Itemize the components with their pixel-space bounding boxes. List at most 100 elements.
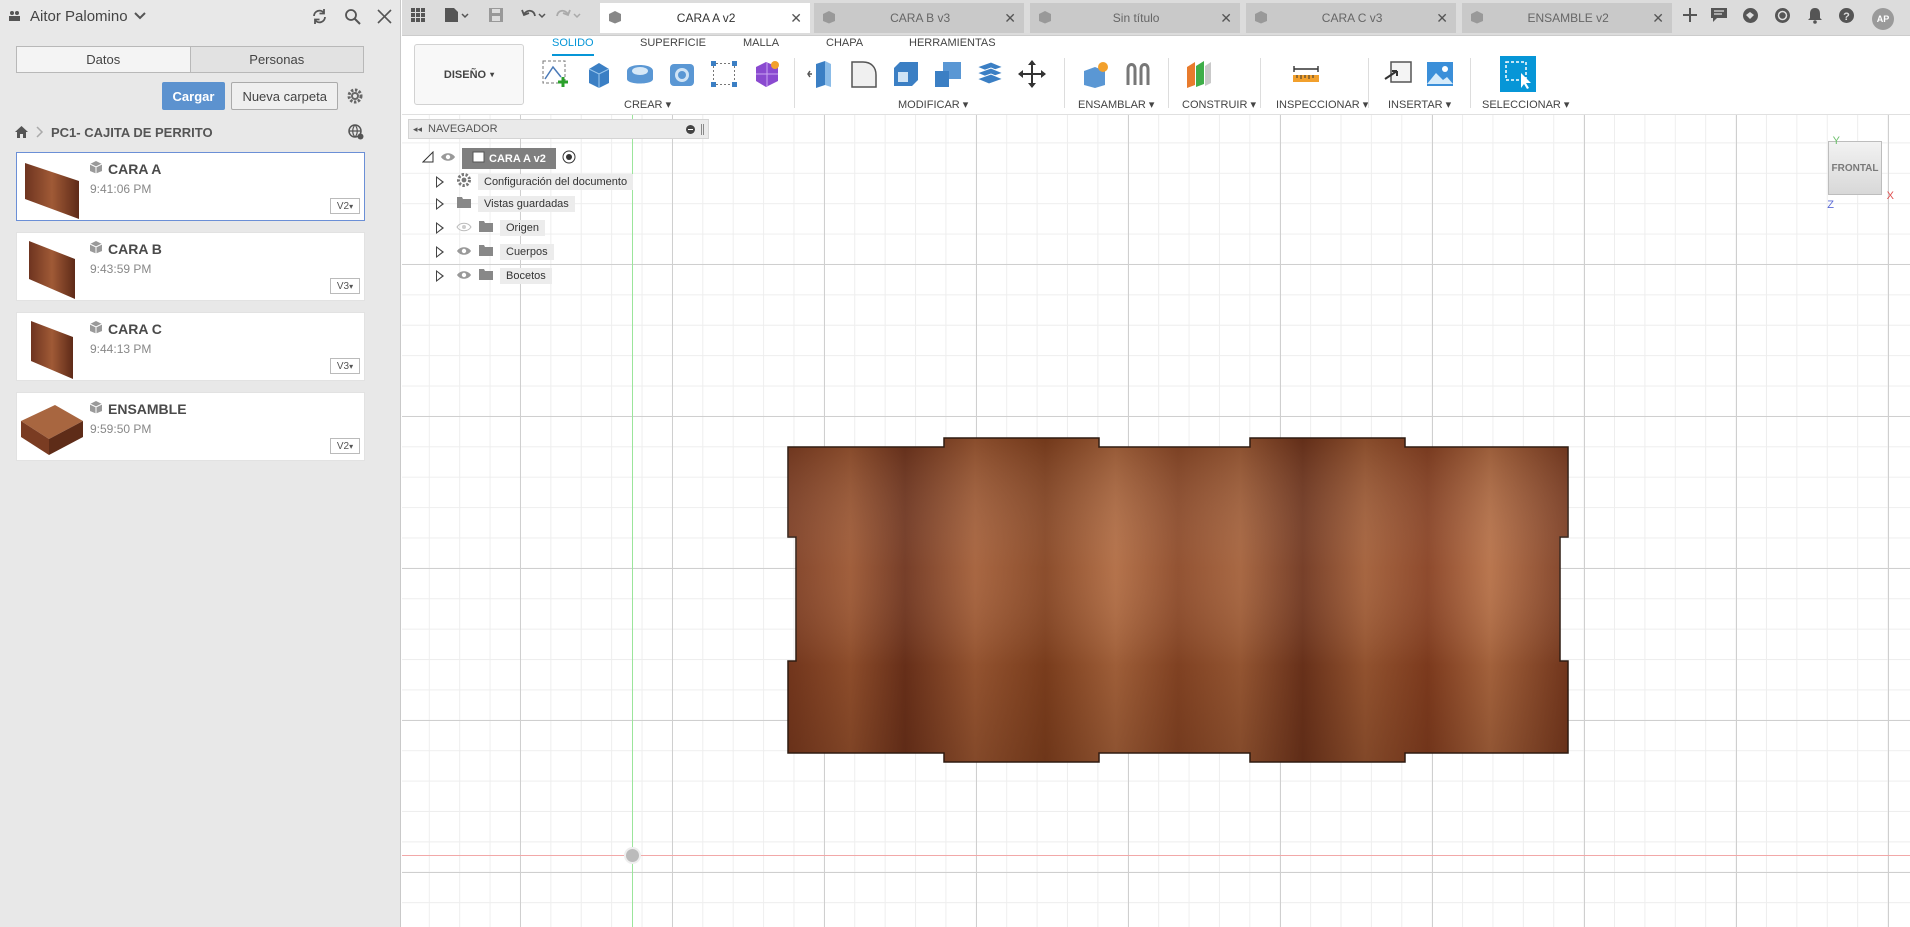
file-card-cara-a[interactable]: CARA A 9:41:06 PM V2 ▾: [16, 152, 365, 221]
doc-tab-sin-titulo[interactable]: Sin título ✕: [1030, 3, 1240, 33]
insert-image-icon[interactable]: [1422, 56, 1458, 92]
breadcrumb-project[interactable]: PC1- CAJITA DE PERRITO: [51, 125, 213, 140]
tab-personas[interactable]: Personas: [189, 47, 363, 72]
notifications-icon[interactable]: [1807, 7, 1823, 24]
file-card-ensamble[interactable]: ENSAMBLE 9:59:50 PM V2 ▾: [16, 392, 365, 461]
new-component-icon[interactable]: [1078, 56, 1114, 92]
search-icon[interactable]: [344, 8, 361, 25]
file-card-cara-b[interactable]: CARA B 9:43:59 PM V3 ▾: [16, 232, 365, 301]
tab-datos[interactable]: Datos: [17, 47, 190, 72]
sweep-icon[interactable]: [664, 56, 700, 92]
extrude-icon[interactable]: [580, 56, 616, 92]
home-icon[interactable]: [14, 125, 29, 139]
comments-icon[interactable]: [1710, 7, 1728, 23]
form-icon[interactable]: [748, 56, 784, 92]
doc-tab-cara-c[interactable]: CARA C v3 ✕: [1246, 3, 1456, 33]
doc-tab-cara-a[interactable]: CARA A v2 ✕: [600, 3, 810, 33]
expand-arrow-icon[interactable]: [436, 270, 444, 282]
team-icon[interactable]: [8, 10, 24, 22]
viewcube[interactable]: FRONTAL: [1828, 141, 1882, 195]
stack-bodies-icon[interactable]: [972, 56, 1008, 92]
wood-panel-body[interactable]: [782, 435, 1572, 765]
tab-superficie[interactable]: SUPERFICIE: [640, 36, 706, 56]
measure-icon[interactable]: [1288, 56, 1324, 92]
chevron-down-icon[interactable]: [133, 12, 146, 20]
press-pull-icon[interactable]: [804, 56, 840, 92]
tab-chapa[interactable]: CHAPA: [826, 36, 863, 56]
redo-icon[interactable]: [556, 7, 582, 23]
visibility-eye-icon[interactable]: [456, 270, 472, 283]
pattern-icon[interactable]: [706, 56, 742, 92]
close-icon[interactable]: [377, 8, 392, 24]
visibility-off-icon[interactable]: [456, 222, 472, 235]
file-card-cara-c[interactable]: CARA C 9:44:13 PM V3 ▾: [16, 312, 365, 381]
group-ensamblar[interactable]: ENSAMBLAR ▾: [1078, 98, 1154, 111]
fillet-icon[interactable]: [846, 56, 882, 92]
tree-root[interactable]: CARA A v2: [421, 148, 576, 169]
group-inspeccionar[interactable]: INSPECCIONAR ▾: [1276, 98, 1368, 111]
gear-icon[interactable]: [346, 87, 364, 105]
tab-herramientas[interactable]: HERRAMIENTAS: [909, 36, 996, 56]
combine-icon[interactable]: [930, 56, 966, 92]
group-construir[interactable]: CONSTRUIR ▾: [1182, 98, 1256, 111]
doc-tab-ensamble[interactable]: ENSAMBLE v2 ✕: [1462, 3, 1672, 33]
upload-button[interactable]: Cargar: [161, 82, 226, 110]
joint-icon[interactable]: [1120, 56, 1156, 92]
shell-icon[interactable]: [888, 56, 924, 92]
activate-radio-icon[interactable]: [562, 150, 576, 167]
extensions-icon[interactable]: [1742, 7, 1759, 24]
tab-malla[interactable]: MALLA: [743, 36, 779, 56]
user-name[interactable]: Aitor Palomino: [30, 8, 128, 25]
tree-item-saved-views[interactable]: Vistas guardadas: [436, 196, 575, 212]
close-icon[interactable]: ✕: [790, 10, 802, 27]
group-seleccionar[interactable]: SELECCIONAR ▾: [1482, 98, 1569, 111]
root-component-label[interactable]: CARA A v2: [462, 148, 556, 169]
expand-arrow-icon[interactable]: [436, 198, 444, 210]
offset-plane-icon[interactable]: [1180, 56, 1216, 92]
help-icon[interactable]: ?: [1838, 7, 1855, 24]
tree-item-doc-settings[interactable]: Configuración del documento: [436, 172, 634, 191]
expand-arrow-icon[interactable]: [436, 175, 444, 188]
close-icon[interactable]: ✕: [1220, 10, 1232, 27]
file-menu-icon[interactable]: [444, 7, 470, 23]
minimize-icon[interactable]: [686, 124, 695, 134]
refresh-icon[interactable]: [311, 8, 328, 25]
new-tab-icon[interactable]: [1682, 7, 1698, 23]
doc-tab-cara-b[interactable]: CARA B v3 ✕: [814, 3, 1024, 33]
version-dropdown[interactable]: V3 ▾: [330, 278, 360, 294]
tree-item-sketches[interactable]: Bocetos: [436, 268, 552, 284]
collapse-icon[interactable]: ◂◂: [413, 124, 422, 135]
collapse-triangle-icon[interactable]: [421, 150, 434, 166]
select-icon[interactable]: [1500, 56, 1536, 92]
tab-solido[interactable]: SOLIDO: [552, 36, 594, 56]
pin-handle-icon[interactable]: [701, 123, 704, 135]
insert-derive-icon[interactable]: [1380, 56, 1416, 92]
version-dropdown[interactable]: V2 ▾: [330, 438, 360, 454]
3d-viewport[interactable]: ◂◂ NAVEGADOR CARA A v2 Configuración del…: [402, 115, 1910, 927]
close-icon[interactable]: ✕: [1652, 10, 1664, 27]
close-icon[interactable]: ✕: [1004, 10, 1016, 27]
close-icon[interactable]: ✕: [1436, 10, 1448, 27]
revolve-icon[interactable]: [622, 56, 658, 92]
visibility-eye-icon[interactable]: [440, 152, 456, 165]
globe-settings-icon[interactable]: [348, 124, 364, 140]
apps-grid-icon[interactable]: [410, 7, 426, 23]
undo-icon[interactable]: [520, 7, 546, 23]
move-icon[interactable]: [1014, 56, 1050, 92]
workspace-switcher[interactable]: DISEÑO ▾: [414, 44, 524, 105]
tree-item-origin[interactable]: Origen: [436, 220, 546, 236]
version-dropdown[interactable]: V2 ▾: [330, 198, 360, 214]
user-avatar[interactable]: AP: [1872, 8, 1894, 30]
group-crear[interactable]: CREAR ▾: [624, 98, 671, 111]
expand-arrow-icon[interactable]: [436, 222, 444, 234]
job-status-icon[interactable]: [1774, 7, 1791, 24]
expand-arrow-icon[interactable]: [436, 246, 444, 258]
group-modificar[interactable]: MODIFICAR ▾: [898, 98, 968, 111]
visibility-eye-icon[interactable]: [456, 246, 472, 259]
save-icon[interactable]: [488, 7, 504, 23]
new-folder-button[interactable]: Nueva carpeta: [231, 82, 338, 110]
group-insertar[interactable]: INSERTAR ▾: [1388, 98, 1451, 111]
tree-item-bodies[interactable]: Cuerpos: [436, 244, 554, 260]
version-dropdown[interactable]: V3 ▾: [330, 358, 360, 374]
create-sketch-icon[interactable]: [538, 56, 574, 92]
